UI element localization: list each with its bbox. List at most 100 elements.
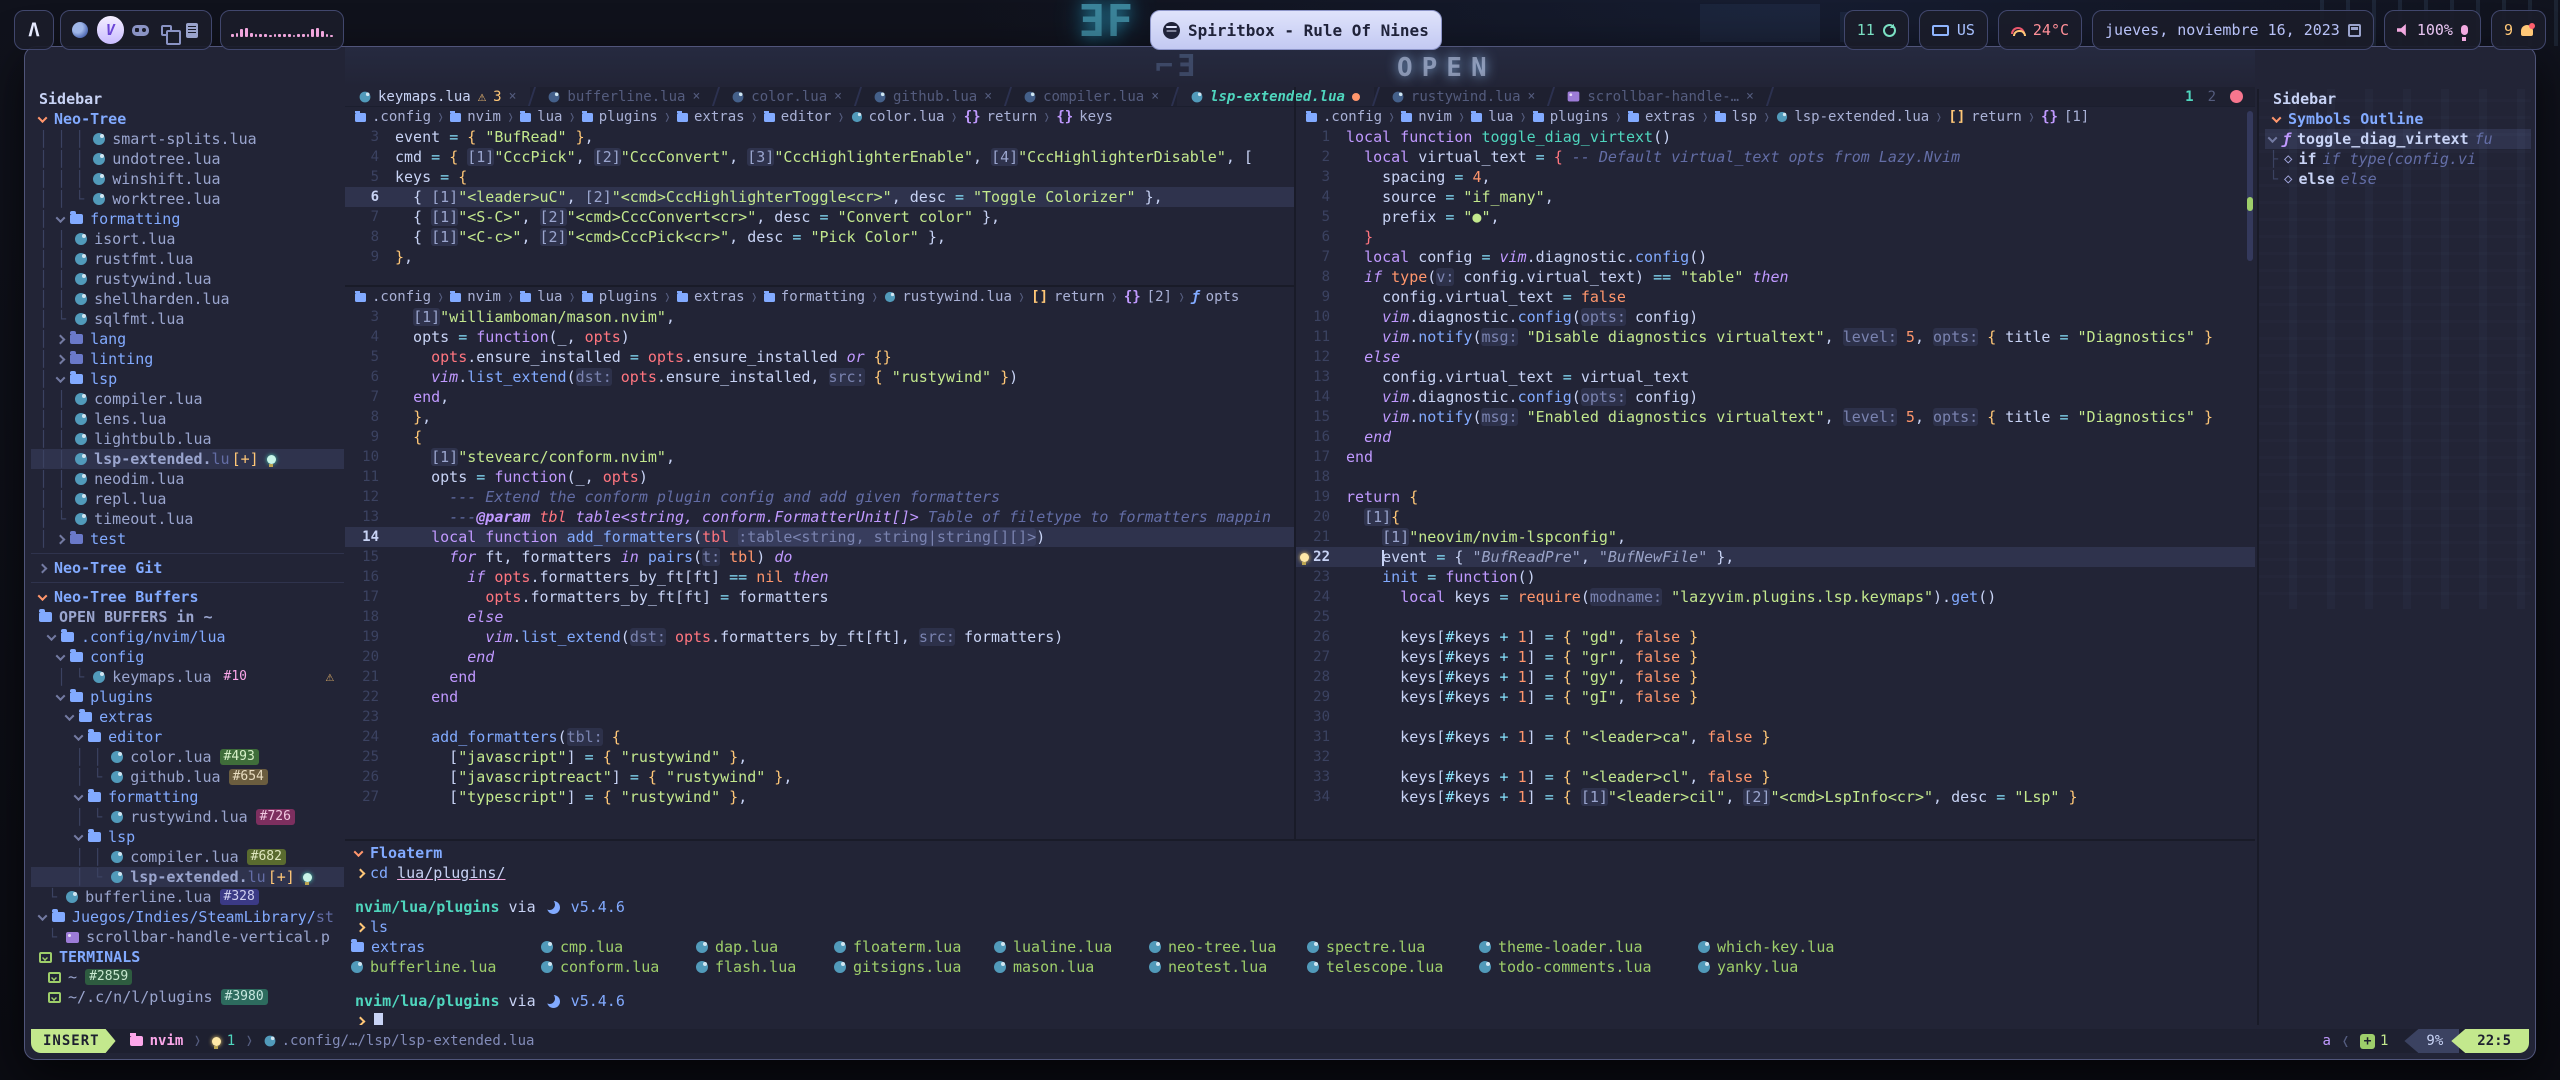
floaterm-panel[interactable]: Floatermcd lua/plugins/nvim/lua/plugins … [345, 839, 2255, 1025]
breadcrumb-separator: ❭ [950, 110, 957, 124]
tree-item[interactable]: extras [31, 707, 344, 727]
lua-file-icon [75, 393, 87, 405]
tab-github-lua[interactable]: github.lua× [860, 87, 1006, 106]
tree-item[interactable]: formatting [31, 787, 344, 807]
tree-item[interactable]: │ │ │ undotree.lua [31, 149, 344, 169]
tree-item[interactable]: │ linting [31, 349, 344, 369]
tree-item[interactable]: OPEN BUFFERS in ~ [31, 607, 344, 627]
tree-item[interactable]: │ │ compiler.lua#682 [31, 847, 344, 867]
tree-item[interactable]: └ scrollbar-handle-vertical.p [31, 927, 344, 947]
tree-item[interactable]: .config/nvim/lua [31, 627, 344, 647]
code-token: { [1391, 508, 1400, 526]
notifications-widget[interactable]: 9 [2491, 10, 2546, 50]
tree-item[interactable]: └ bufferline.lua#328 [31, 887, 344, 907]
lua-file-icon [75, 473, 87, 485]
tree-item[interactable]: │ │ compiler.lua [31, 389, 344, 409]
editor-pane-lsp-extended-lua[interactable]: .config❭nvim❭lua❭plugins❭extras❭lsp❭lsp-… [1296, 107, 2255, 839]
tree-item[interactable]: editor [31, 727, 344, 747]
tree-item[interactable]: plugins [31, 687, 344, 707]
workspace-active-vim[interactable]: V [97, 16, 124, 44]
tree-item[interactable]: │ │ │ winshift.lua [31, 169, 344, 189]
tree-item[interactable]: │ │ lightbulb.lua [31, 429, 344, 449]
lua-file-icon [1698, 961, 1710, 973]
ls-entry: bufferline.lua [351, 957, 496, 977]
tree-item[interactable]: lsp [31, 827, 344, 847]
tab-compiler-lua[interactable]: compiler.lua× [1010, 87, 1173, 106]
symbol-item[interactable]: ƒtoggle_diag_virtextfu [2265, 129, 2531, 149]
tree-item[interactable]: │ lang [31, 329, 344, 349]
ls-entry: telescope.lua [1307, 957, 1443, 977]
weather-widget[interactable]: 24°C [1998, 10, 2082, 50]
tree-item[interactable]: │ │ lens.lua [31, 409, 344, 429]
tab-lsp-extended-lua[interactable]: lsp-extended.lua [1177, 87, 1374, 106]
section-header-neo-tree-buffers[interactable]: Neo-Tree Buffers [31, 587, 344, 607]
date-widget[interactable]: jueves, noviembre 16, 2023 [2092, 10, 2374, 50]
workspace-windows[interactable] [158, 21, 176, 39]
code-token: "<leader>ca" [1581, 728, 1689, 746]
tree-item[interactable]: │ └ sqlfmt.lua [31, 309, 344, 329]
function-icon: ƒ [1191, 289, 1199, 305]
tree-item[interactable]: │ formatting [31, 209, 344, 229]
tree-item[interactable]: │ │ └ worktree.lua [31, 189, 344, 209]
tree-item[interactable]: │ │ color.lua#493 [31, 747, 344, 767]
tree-item[interactable]: │ │ lsp-extended.lu[+] [31, 449, 344, 469]
tab-color-lua[interactable]: color.lua× [718, 87, 856, 106]
tree-item[interactable]: │ │ shellharden.lua [31, 289, 344, 309]
editor-pane-rustywind-lua[interactable]: .config❭nvim❭lua❭plugins❭extras❭formatti… [345, 285, 1294, 839]
tree-item[interactable]: │ │ │ smart-splits.lua [31, 129, 344, 149]
tree-item[interactable]: ~/.c/n/l/plugins#3980 [31, 987, 344, 1007]
tree-guides: └ [2269, 170, 2278, 188]
code-token: "lazyvim.plugins.lsp.keymaps" [1671, 588, 1933, 606]
workspace-switcher[interactable]: V [60, 10, 212, 50]
breadcrumb-item: plugins [599, 289, 658, 305]
tab-rustywind-lua[interactable]: rustywind.lua× [1378, 87, 1549, 106]
buffer-number-badge: #726 [256, 809, 295, 825]
tree-item[interactable]: Juegos/Indies/SteamLibrary/st [31, 907, 344, 927]
pane-divider[interactable] [1294, 87, 1296, 839]
editor-pane-color-lua[interactable]: .config❭nvim❭lua❭plugins❭extras❭editor❭c… [345, 107, 1294, 285]
terminal-ls-row: bufferline.luaconform.luaflash.luagitsig… [345, 957, 2255, 977]
tree-item[interactable]: │ │ repl.lua [31, 489, 344, 509]
tree-item[interactable]: TERMINALS [31, 947, 344, 967]
tree-item[interactable]: │ └ github.lua#654 [31, 767, 344, 787]
updates-widget[interactable]: 11 [1844, 10, 1909, 50]
tree-item[interactable]: │ │ rustywind.lua [31, 269, 344, 289]
code-token: keys [1454, 648, 1499, 666]
keyboard-layout-widget[interactable]: US [1919, 10, 1988, 50]
tab-keymaps-lua[interactable]: keymaps.lua⚠3× [345, 87, 530, 106]
scrollbar-thumb[interactable] [2247, 111, 2253, 261]
tree-item[interactable]: │ lsp [31, 369, 344, 389]
tab-scrollbar-handle-[interactable]: scrollbar-handle-…× [1553, 87, 1768, 106]
section-header-neo-tree-git[interactable]: Neo-Tree Git [31, 558, 344, 578]
tree-item[interactable]: ~#2859 [31, 967, 344, 987]
tree-item[interactable]: │ └ timeout.lua [31, 509, 344, 529]
code-token [1346, 388, 1382, 406]
tree-item[interactable]: │ │ isort.lua [31, 229, 344, 249]
code-token: config [1518, 388, 1572, 406]
volume-widget[interactable]: 100% [2384, 10, 2481, 50]
code-token [612, 368, 621, 386]
launcher-button[interactable]: Λ [14, 10, 54, 50]
code-token: , [1617, 668, 1635, 686]
now-playing-widget[interactable]: Spiritbox - Rule Of Nines [1150, 10, 1442, 50]
tree-item[interactable]: │ └ keymaps.lua#10⚠ [31, 667, 344, 687]
workspace-games[interactable] [132, 21, 150, 39]
symbols-outline-header[interactable]: Symbols Outline [2265, 109, 2531, 129]
tree-item[interactable]: │ └ lsp-extended.lu[+] [31, 867, 344, 887]
tree-item[interactable]: │ │ rustfmt.lua [31, 249, 344, 269]
code-text: prefix = "●", [1346, 208, 1500, 226]
workspace-docs[interactable] [183, 21, 201, 39]
section-header-neo-tree[interactable]: Neo-Tree [31, 109, 344, 129]
tree-item[interactable]: config [31, 647, 344, 667]
tree-item[interactable]: │ test [31, 529, 344, 549]
workspace-firefox[interactable] [71, 21, 89, 39]
tree-item[interactable]: │ └ rustywind.lua#726 [31, 807, 344, 827]
symbol-item[interactable]: ├◇ifif type(config.vi [2265, 149, 2531, 169]
tree-item[interactable]: │ │ neodim.lua [31, 469, 344, 489]
code-token: config.virtual_text [1346, 288, 1563, 306]
floaterm-header[interactable]: Floaterm [345, 843, 2255, 863]
close-all-button[interactable] [2230, 90, 2243, 103]
symbol-item[interactable]: └◇elseelse [2265, 169, 2531, 189]
code-token: { [395, 228, 431, 246]
tab-bufferline-lua[interactable]: bufferline.lua× [534, 87, 714, 106]
